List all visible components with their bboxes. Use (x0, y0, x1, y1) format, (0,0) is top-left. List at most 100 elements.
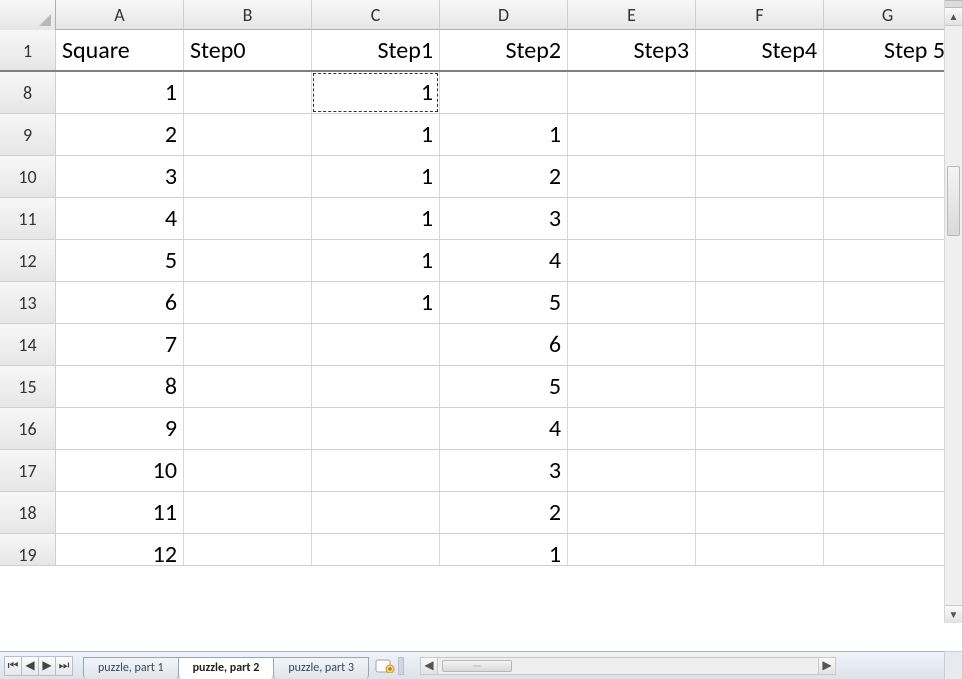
scroll-left-icon[interactable]: ◀ (420, 657, 438, 675)
scroll-down-icon[interactable]: ▼ (945, 605, 962, 623)
cell-G16[interactable] (824, 408, 952, 449)
cell-D15[interactable]: 5 (440, 366, 568, 407)
cell-A8[interactable]: 1 (56, 72, 184, 113)
cell-D14[interactable]: 6 (440, 324, 568, 365)
cell-F11[interactable] (696, 198, 824, 239)
cell-F10[interactable] (696, 156, 824, 197)
cell-G11[interactable] (824, 198, 952, 239)
cell-G19[interactable] (824, 534, 952, 565)
cell-F16[interactable] (696, 408, 824, 449)
cell-F8[interactable] (696, 72, 824, 113)
hscroll-track[interactable]: ···· (438, 657, 818, 675)
cell-E16[interactable] (568, 408, 696, 449)
cell-A9[interactable]: 2 (56, 114, 184, 155)
sheet-tab[interactable]: puzzle, part 2 (178, 657, 275, 679)
cell-A15[interactable]: 8 (56, 366, 184, 407)
cell-A1[interactable]: Square (56, 30, 184, 70)
cell-B16[interactable] (184, 408, 312, 449)
scroll-right-icon[interactable]: ▶ (818, 657, 836, 675)
cell-C15[interactable] (312, 366, 440, 407)
row-header-8[interactable]: 8 (0, 72, 56, 113)
cell-E12[interactable] (568, 240, 696, 281)
cell-G18[interactable] (824, 492, 952, 533)
cell-C9[interactable]: 1 (312, 114, 440, 155)
col-header-E[interactable]: E (568, 0, 696, 29)
cell-B17[interactable] (184, 450, 312, 491)
cell-D10[interactable]: 2 (440, 156, 568, 197)
cell-B15[interactable] (184, 366, 312, 407)
sheet-tab[interactable]: puzzle, part 3 (273, 657, 369, 679)
cell-C11[interactable]: 1 (312, 198, 440, 239)
cell-E11[interactable] (568, 198, 696, 239)
cell-D17[interactable]: 3 (440, 450, 568, 491)
cell-C14[interactable] (312, 324, 440, 365)
vscroll-thumb[interactable] (947, 166, 960, 236)
cell-E17[interactable] (568, 450, 696, 491)
cell-B1[interactable]: Step0 (184, 30, 312, 70)
cell-C13[interactable]: 1 (312, 282, 440, 323)
cell-G17[interactable] (824, 450, 952, 491)
cell-E10[interactable] (568, 156, 696, 197)
row-header-11[interactable]: 11 (0, 198, 56, 239)
cell-F1[interactable]: Step4 (696, 30, 824, 70)
new-sheet-icon[interactable] (374, 657, 396, 675)
vscroll-track[interactable] (945, 26, 962, 605)
cell-C1[interactable]: Step1 (312, 30, 440, 70)
cell-C16[interactable] (312, 408, 440, 449)
cell-G8[interactable] (824, 72, 952, 113)
hscroll-thumb[interactable]: ···· (442, 660, 512, 672)
cell-A10[interactable]: 3 (56, 156, 184, 197)
cell-B11[interactable] (184, 198, 312, 239)
cell-D19[interactable]: 1 (440, 534, 568, 565)
cell-E18[interactable] (568, 492, 696, 533)
cell-A18[interactable]: 11 (56, 492, 184, 533)
cell-D11[interactable]: 3 (440, 198, 568, 239)
cell-E14[interactable] (568, 324, 696, 365)
col-header-D[interactable]: D (440, 0, 568, 29)
split-handle-top[interactable] (945, 0, 962, 8)
col-header-C[interactable]: C (312, 0, 440, 29)
cell-F18[interactable] (696, 492, 824, 533)
row-header-16[interactable]: 16 (0, 408, 56, 449)
cell-F9[interactable] (696, 114, 824, 155)
cell-A19[interactable]: 12 (56, 534, 184, 565)
cell-B14[interactable] (184, 324, 312, 365)
row-header-18[interactable]: 18 (0, 492, 56, 533)
col-header-F[interactable]: F (696, 0, 824, 29)
cell-D1[interactable]: Step2 (440, 30, 568, 70)
cell-C10[interactable]: 1 (312, 156, 440, 197)
nav-prev-icon[interactable]: ◀ (21, 656, 39, 676)
cell-E1[interactable]: Step3 (568, 30, 696, 70)
cell-C12[interactable]: 1 (312, 240, 440, 281)
cell-E19[interactable] (568, 534, 696, 565)
row-header-10[interactable]: 10 (0, 156, 56, 197)
cell-G15[interactable] (824, 366, 952, 407)
cell-F14[interactable] (696, 324, 824, 365)
cell-B8[interactable] (184, 72, 312, 113)
horizontal-scrollbar[interactable]: ◀ ···· ▶ (420, 657, 962, 675)
cell-B9[interactable] (184, 114, 312, 155)
cell-F19[interactable] (696, 534, 824, 565)
cell-D8[interactable] (440, 72, 568, 113)
sheet-tab[interactable]: puzzle, part 1 (83, 657, 179, 679)
select-all-corner[interactable] (0, 0, 56, 30)
cell-B13[interactable] (184, 282, 312, 323)
cell-E9[interactable] (568, 114, 696, 155)
cell-D9[interactable]: 1 (440, 114, 568, 155)
cell-A16[interactable]: 9 (56, 408, 184, 449)
cell-G13[interactable] (824, 282, 952, 323)
row-header-13[interactable]: 13 (0, 282, 56, 323)
resize-corner[interactable] (944, 651, 962, 679)
row-header-12[interactable]: 12 (0, 240, 56, 281)
cell-A13[interactable]: 6 (56, 282, 184, 323)
cell-B10[interactable] (184, 156, 312, 197)
cell-G12[interactable] (824, 240, 952, 281)
scroll-up-icon[interactable]: ▲ (945, 8, 962, 26)
cell-D16[interactable]: 4 (440, 408, 568, 449)
cell-E15[interactable] (568, 366, 696, 407)
nav-last-icon[interactable]: ⏭ (55, 656, 73, 676)
col-header-G[interactable]: G (824, 0, 952, 29)
cell-G10[interactable] (824, 156, 952, 197)
col-header-A[interactable]: A (56, 0, 184, 29)
cell-C19[interactable] (312, 534, 440, 565)
